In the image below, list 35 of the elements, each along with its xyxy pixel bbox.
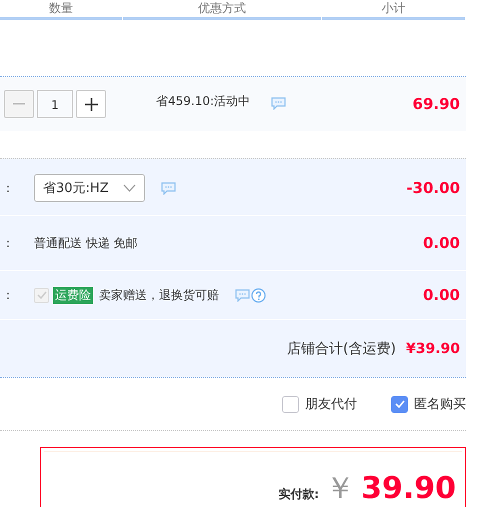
payment-label: 实付款: <box>278 486 320 502</box>
comment-icon[interactable] <box>271 97 286 110</box>
column-header: 优惠方式 <box>123 0 321 20</box>
field-label: ： <box>1 180 15 196</box>
help-icon[interactable] <box>251 288 266 302</box>
insurance-tag: 运费险 <box>53 286 93 304</box>
checkbox[interactable] <box>391 396 408 412</box>
fee-amount: -30.00 <box>406 179 460 197</box>
fee-amount: 0.00 <box>422 286 460 304</box>
minus-icon <box>13 103 25 105</box>
column-header: 数量 <box>0 0 122 20</box>
checkbox[interactable] <box>282 396 299 412</box>
coupon-dropdown[interactable]: 省30元:HZ <box>34 174 145 202</box>
field-label: ： <box>1 286 15 304</box>
check-icon <box>36 291 46 299</box>
quantity-field[interactable]: 1 <box>37 90 73 118</box>
fee-amount: 0.00 <box>422 234 460 252</box>
shop-total-amount: ¥39.90 <box>406 340 460 356</box>
column-header: 小计 <box>322 0 465 20</box>
comment-icon[interactable] <box>235 288 250 302</box>
shop-total-label: 店铺合计(含运费) <box>287 340 396 358</box>
field-label: ： <box>1 234 15 252</box>
currency-symbol: ￥ <box>325 470 356 507</box>
option-checkbox[interactable]: 匿名购买 <box>391 395 466 413</box>
promotion-text: 省459.10:活动中 <box>156 93 250 110</box>
plus-icon <box>84 98 98 110</box>
option-checkbox[interactable]: 朋友代付 <box>282 395 357 413</box>
shipping-method: 普通配送 快递 免邮 <box>34 234 138 252</box>
check-icon <box>394 400 404 408</box>
insurance-description: 卖家赠送，退换货可赔 <box>99 286 219 304</box>
item-subtotal: 69.90 <box>412 95 461 113</box>
comment-icon[interactable] <box>160 182 176 194</box>
payment-amount: 39.90 <box>361 470 456 506</box>
chevron-icon <box>122 184 136 192</box>
increment-button[interactable] <box>76 90 106 118</box>
